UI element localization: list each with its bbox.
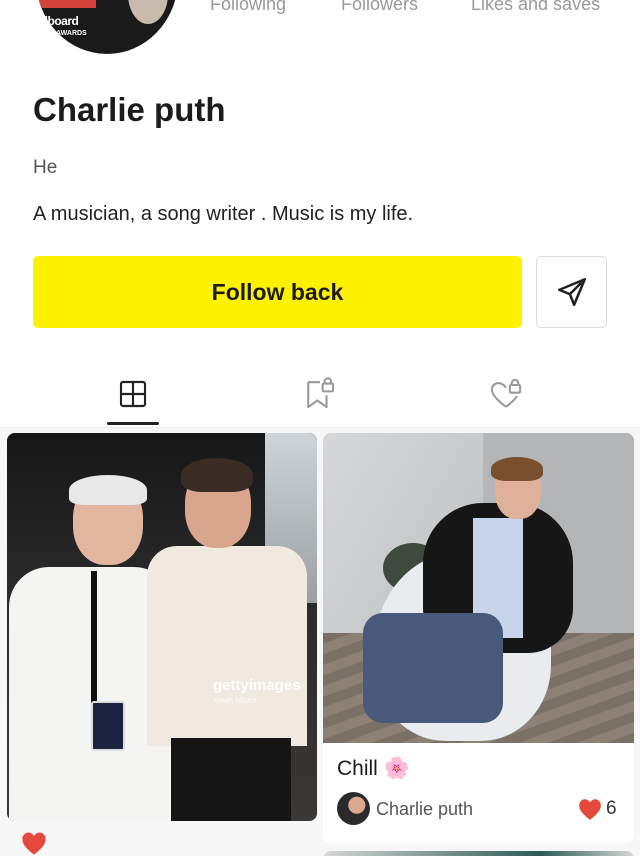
follow-back-button[interactable]: Follow back [33,256,522,328]
following-stat[interactable]: Following [210,0,286,15]
profile-name: Charlie puth [33,91,226,128]
post-2-jeans [363,613,503,723]
post-2-like-count: 6 [606,798,617,819]
post-2-like-button[interactable] [577,797,603,826]
tab-saved[interactable] [290,374,350,414]
likes-saves-stat[interactable]: Likes and saves [471,0,600,15]
post-1-watermark-credit: Kevin Mazur [213,696,258,705]
active-tab-indicator [107,422,159,425]
heart-icon [22,832,46,855]
post-2-hair [491,457,543,481]
post-2-title: Chill 🌸 [337,757,410,780]
post-2-info[interactable]: Chill 🌸 Charlie puth 6 [323,743,634,843]
post-card-1[interactable]: gettyimages Kevin Mazur [7,433,317,821]
saved-locked-icon [307,377,335,409]
followers-stat[interactable]: Followers [341,0,418,15]
tab-liked[interactable] [476,374,536,414]
post-card-2[interactable] [323,433,634,743]
post-1-person-right [137,458,317,821]
profile-stats: Following Followers Likes and saves [0,0,640,18]
paper-plane-icon [557,277,586,307]
posts-grid-icon [119,380,147,408]
post-2-author-avatar[interactable] [337,792,370,825]
tab-posts[interactable] [103,374,163,414]
send-message-button[interactable] [536,256,607,328]
avatar-badge-sub: AWARDS [56,30,87,37]
post-1-watermark: gettyimages [213,677,301,694]
liked-locked-icon [490,378,522,408]
profile-bio: A musician, a song writer . Music is my … [33,203,414,225]
post-1-like-button[interactable] [20,830,48,856]
heart-icon [579,799,601,820]
profile-pronoun: He [33,157,58,178]
post-2-author-name[interactable]: Charlie puth [376,799,473,820]
post-card-3-peek[interactable] [323,851,634,856]
profile-tabs [0,360,640,428]
